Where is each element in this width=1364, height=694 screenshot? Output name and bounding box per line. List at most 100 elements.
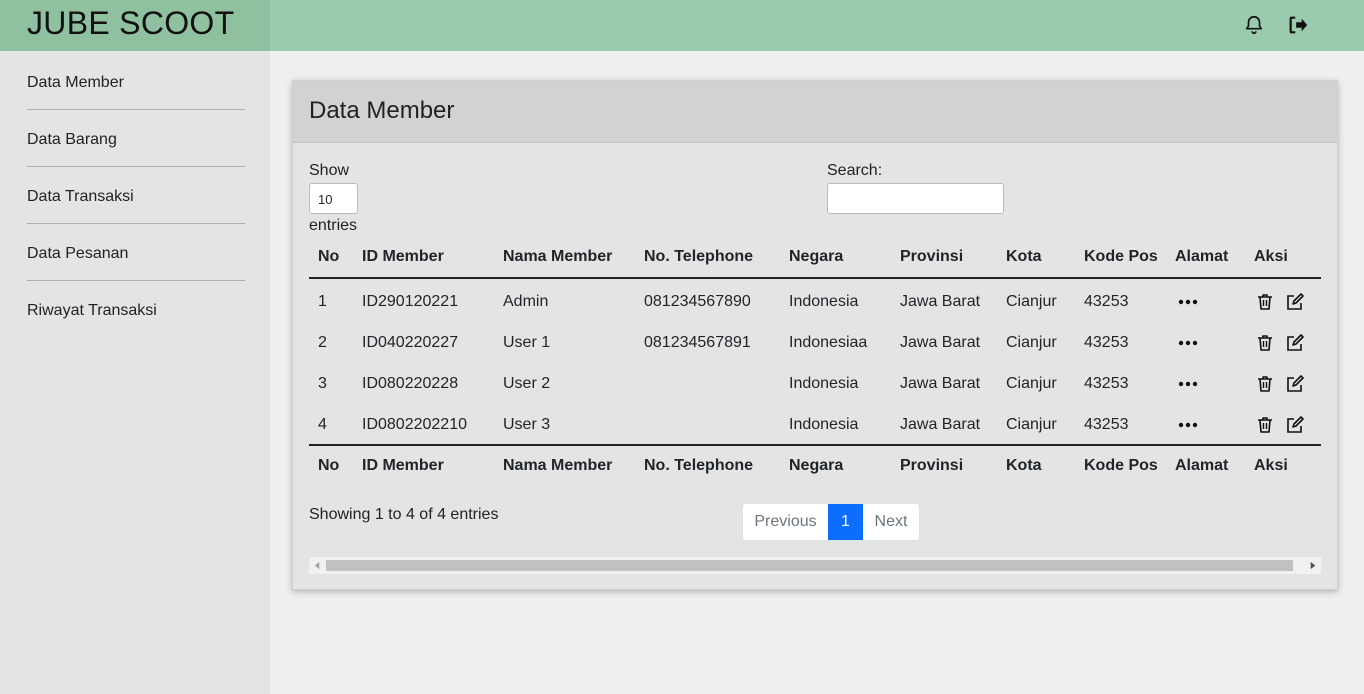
cell-id-member: ID290120221	[362, 292, 459, 310]
page-title: Data Member	[309, 97, 455, 124]
column-footer-kota: Kota	[1006, 457, 1042, 474]
cell-nama-member: User 2	[503, 374, 551, 392]
cell-kode-pos: 43253	[1084, 292, 1129, 310]
column-footer-provinsi: Provinsi	[900, 457, 964, 474]
more-dots-icon[interactable]	[1176, 374, 1200, 394]
table-row: 1 ID290120221 Admin 081234567890 Indones…	[309, 281, 1321, 322]
cell-kota: Cianjur	[1006, 415, 1057, 433]
cell-no: 3	[318, 374, 327, 392]
page-1-button[interactable]: 1	[828, 504, 863, 540]
logout-icon[interactable]	[1287, 14, 1309, 36]
scrollbar-thumb[interactable]	[326, 560, 1293, 571]
column-header-no[interactable]: No	[318, 237, 339, 277]
column-footer-kode-pos: Kode Pos	[1084, 457, 1158, 474]
table-info: Showing 1 to 4 of 4 entries	[309, 506, 499, 523]
cell-negara: Indonesiaa	[789, 333, 868, 351]
sidebar-item-data-member[interactable]: Data Member	[27, 53, 245, 110]
column-header-aksi[interactable]: Aksi	[1254, 237, 1288, 277]
column-header-negara[interactable]: Negara	[789, 237, 843, 277]
show-label: Show	[309, 162, 350, 179]
scroll-left-arrow-icon[interactable]	[313, 561, 322, 570]
sidebar-item-data-transaksi[interactable]: Data Transaksi	[27, 167, 245, 224]
entries-length-select[interactable]: 10	[309, 183, 358, 214]
trash-icon[interactable]	[1255, 333, 1275, 353]
sidebar-item-data-pesanan[interactable]: Data Pesanan	[27, 224, 245, 281]
cell-negara: Indonesia	[789, 374, 859, 392]
cell-kode-pos: 43253	[1084, 415, 1129, 433]
cell-id-member: ID0802202210	[362, 415, 467, 433]
cell-telephone: 081234567890	[644, 292, 751, 310]
table-header-row: No ID Member Nama Member No. Telephone N…	[309, 237, 1321, 279]
column-footer-telephone: No. Telephone	[644, 457, 754, 474]
next-page-button[interactable]: Next	[863, 504, 919, 540]
column-header-nama-member[interactable]: Nama Member	[503, 237, 612, 277]
column-footer-id-member: ID Member	[362, 457, 444, 474]
table-row: 3 ID080220228 User 2 Indonesia Jawa Bara…	[309, 363, 1321, 404]
more-dots-icon[interactable]	[1176, 292, 1200, 312]
sidebar-item-label: Data Transaksi	[27, 188, 134, 205]
cell-no: 2	[318, 333, 327, 351]
cell-kode-pos: 43253	[1084, 333, 1129, 351]
horizontal-scrollbar[interactable]	[309, 557, 1321, 574]
cell-nama-member: User 3	[503, 415, 551, 433]
cell-telephone: 081234567891	[644, 333, 751, 351]
cell-negara: Indonesia	[789, 415, 859, 433]
cell-nama-member: Admin	[503, 292, 549, 310]
brand-area: JUBE SCOOT	[0, 0, 270, 51]
search-input[interactable]	[827, 183, 1004, 214]
trash-icon[interactable]	[1255, 415, 1275, 435]
table-footer-row: No ID Member Nama Member No. Telephone N…	[309, 444, 1321, 486]
cell-kode-pos: 43253	[1084, 374, 1129, 392]
entries-label: entries	[309, 217, 358, 234]
cell-provinsi: Jawa Barat	[900, 333, 981, 351]
column-footer-no: No	[318, 457, 340, 474]
cell-kota: Cianjur	[1006, 333, 1057, 351]
card-header: Data Member	[293, 81, 1337, 143]
sidebar-item-riwayat-transaksi[interactable]: Riwayat Transaksi	[27, 281, 245, 338]
cell-provinsi: Jawa Barat	[900, 374, 981, 392]
table-row: 2 ID040220227 User 1 081234567891 Indone…	[309, 322, 1321, 363]
sidebar-item-label: Riwayat Transaksi	[27, 302, 157, 319]
bell-icon[interactable]	[1243, 14, 1265, 36]
cell-kota: Cianjur	[1006, 292, 1057, 310]
top-navbar: JUBE SCOOT	[0, 0, 1364, 51]
column-header-alamat[interactable]: Alamat	[1175, 237, 1228, 277]
sidebar: Data Member Data Barang Data Transaksi D…	[0, 51, 270, 694]
column-header-provinsi[interactable]: Provinsi	[900, 237, 963, 277]
column-footer-aksi: Aksi	[1254, 457, 1288, 474]
column-header-telephone[interactable]: No. Telephone	[644, 237, 753, 277]
table-row: 4 ID0802202210 User 3 Indonesia Jawa Bar…	[309, 404, 1321, 445]
trash-icon[interactable]	[1255, 292, 1275, 312]
cell-provinsi: Jawa Barat	[900, 415, 981, 433]
column-header-kota[interactable]: Kota	[1006, 237, 1042, 277]
sidebar-item-label: Data Member	[27, 74, 124, 91]
column-header-id-member[interactable]: ID Member	[362, 237, 444, 277]
search-label: Search:	[827, 162, 883, 179]
cell-negara: Indonesia	[789, 292, 859, 310]
brand-title: JUBE SCOOT	[27, 5, 235, 41]
sidebar-item-label: Data Barang	[27, 131, 117, 148]
cell-id-member: ID080220228	[362, 374, 459, 392]
data-member-card: Data Member Show 10 entries Search: No I…	[292, 80, 1338, 590]
column-footer-negara: Negara	[789, 457, 844, 474]
cell-no: 4	[318, 415, 327, 433]
previous-page-button[interactable]: Previous	[743, 504, 828, 540]
sidebar-item-label: Data Pesanan	[27, 245, 129, 262]
scroll-right-arrow-icon[interactable]	[1308, 561, 1317, 570]
more-dots-icon[interactable]	[1176, 415, 1200, 435]
edit-icon[interactable]	[1285, 292, 1305, 312]
edit-icon[interactable]	[1285, 374, 1305, 394]
trash-icon[interactable]	[1255, 374, 1275, 394]
cell-id-member: ID040220227	[362, 333, 459, 351]
column-header-kode-pos[interactable]: Kode Pos	[1084, 237, 1158, 277]
sidebar-item-data-barang[interactable]: Data Barang	[27, 110, 245, 167]
column-footer-nama-member: Nama Member	[503, 457, 613, 474]
cell-kota: Cianjur	[1006, 374, 1057, 392]
more-dots-icon[interactable]	[1176, 333, 1200, 353]
edit-icon[interactable]	[1285, 415, 1305, 435]
cell-no: 1	[318, 292, 327, 310]
cell-provinsi: Jawa Barat	[900, 292, 981, 310]
pagination: Previous 1 Next	[742, 503, 920, 541]
edit-icon[interactable]	[1285, 333, 1305, 353]
column-footer-alamat: Alamat	[1175, 457, 1229, 474]
